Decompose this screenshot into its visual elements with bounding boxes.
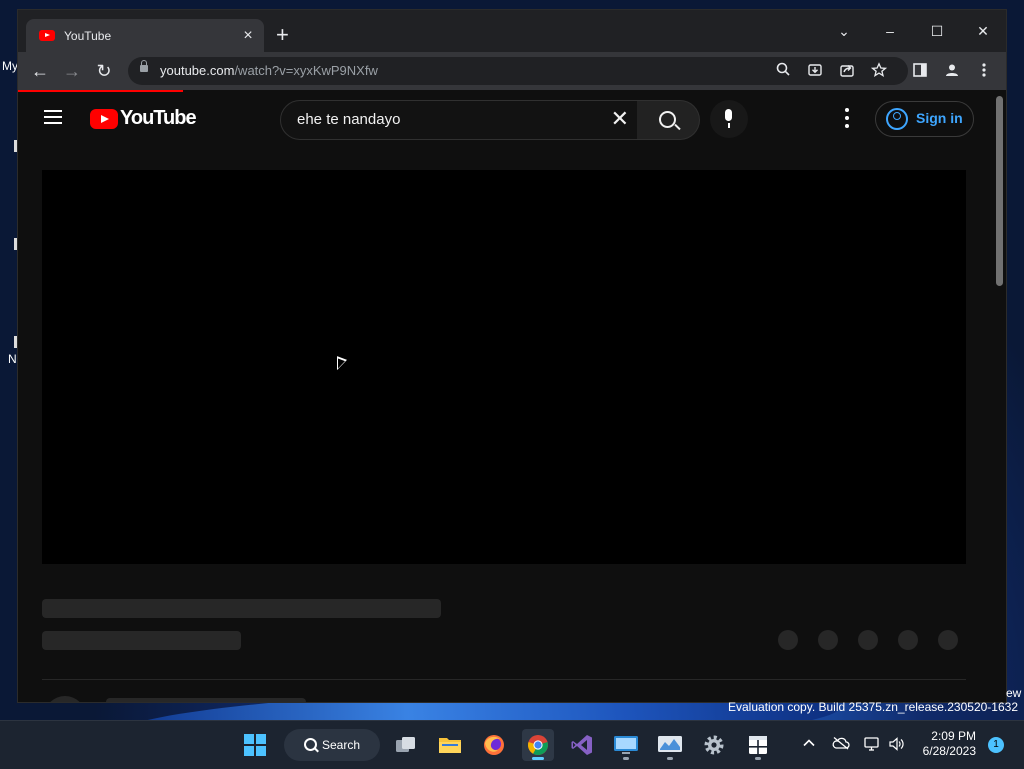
- action-placeholder: [898, 630, 918, 650]
- guide-menu-icon[interactable]: [44, 110, 64, 126]
- reload-icon[interactable]: ↻: [94, 61, 114, 81]
- task-view-button[interactable]: [390, 729, 422, 761]
- desktop-icon-label-my[interactable]: My: [2, 59, 18, 73]
- scrollbar-thumb[interactable]: [996, 96, 1003, 286]
- close-window-button[interactable]: ✕: [965, 18, 1001, 44]
- onedrive-icon[interactable]: [832, 736, 850, 754]
- action-placeholder: [778, 630, 798, 650]
- volume-icon[interactable]: [888, 736, 904, 756]
- title-placeholder: [42, 599, 441, 618]
- back-icon[interactable]: ←: [30, 61, 50, 81]
- side-panel-icon[interactable]: [911, 62, 929, 80]
- microphone-icon: [725, 109, 732, 128]
- search-input[interactable]: ehe te nandayo ✕: [280, 100, 638, 140]
- sign-in-button[interactable]: Sign in: [875, 101, 974, 137]
- tab-close-icon[interactable]: ×: [238, 27, 258, 45]
- channel-avatar-placeholder: [44, 696, 86, 702]
- tab-search-dropdown-icon[interactable]: ⌄: [826, 18, 862, 44]
- search-query-text: ehe te nandayo: [297, 111, 401, 128]
- tab-title: YouTube: [64, 28, 112, 43]
- action-placeholder: [938, 630, 958, 650]
- visual-studio-button[interactable]: [566, 729, 598, 761]
- title-bar: YouTube × + ⌄ – ☐ ✕: [18, 10, 1006, 52]
- zoom-search-icon[interactable]: [774, 62, 792, 80]
- search-icon: [304, 738, 317, 751]
- voice-search-button[interactable]: [710, 100, 748, 138]
- action-placeholder: [818, 630, 838, 650]
- tab-youtube[interactable]: YouTube ×: [26, 19, 264, 52]
- lock-icon[interactable]: [140, 60, 148, 72]
- show-hidden-icons-button[interactable]: [802, 736, 816, 754]
- start-button[interactable]: [239, 729, 271, 761]
- desktop-icon-label-n[interactable]: N: [8, 352, 17, 366]
- sign-in-label: Sign in: [916, 110, 963, 126]
- firefox-icon: [484, 735, 504, 755]
- page-scrollbar[interactable]: [993, 92, 1006, 702]
- gear-icon: [704, 735, 724, 755]
- minimize-button[interactable]: –: [872, 18, 908, 44]
- performance-monitor-icon: [658, 736, 682, 752]
- network-icon[interactable]: [863, 736, 881, 756]
- taskbar: Search 2:09 PM 6/28/2023 1: [0, 720, 1024, 769]
- profile-icon[interactable]: [943, 62, 961, 80]
- search-button[interactable]: [637, 100, 700, 140]
- account-circle-icon: [886, 108, 908, 130]
- desktop-label-fragment: ew: [1006, 686, 1022, 700]
- folder-icon: [439, 738, 461, 753]
- action-placeholder: [858, 630, 878, 650]
- notification-badge[interactable]: 1: [988, 737, 1004, 753]
- forward-icon[interactable]: →: [62, 61, 82, 81]
- taskbar-search-button[interactable]: Search: [284, 729, 380, 761]
- taskbar-search-label: Search: [322, 738, 361, 752]
- section-divider: [42, 679, 966, 680]
- youtube-logo[interactable]: YouTube: [90, 107, 197, 130]
- browser-toolbar: ← → ↻ youtube.com/watch?v=xyxKwP9NXfw: [18, 52, 1006, 90]
- app-window-icon: [749, 736, 767, 754]
- running-app-indicator: [623, 757, 629, 760]
- youtube-page: YouTube ehe te nandayo ✕ Sign in: [18, 92, 1006, 702]
- bookmark-star-icon[interactable]: [870, 62, 888, 80]
- video-player[interactable]: [42, 170, 966, 564]
- chrome-taskbar-button[interactable]: [522, 729, 554, 761]
- install-app-icon[interactable]: [806, 62, 824, 80]
- evaluation-watermark: Evaluation copy. Build 25375.zn_release.…: [728, 700, 1018, 714]
- channel-name-placeholder: [106, 698, 306, 702]
- remote-desktop-icon: [614, 736, 638, 754]
- clear-search-icon[interactable]: ✕: [611, 107, 629, 131]
- search-icon: [659, 111, 676, 128]
- youtube-logo-text: YouTube: [120, 107, 197, 129]
- share-icon[interactable]: [838, 62, 856, 80]
- task-view-icon: [396, 737, 415, 752]
- firefox-button[interactable]: [478, 729, 510, 761]
- running-app-indicator: [667, 757, 673, 760]
- running-app-indicator: [755, 757, 761, 760]
- chrome-menu-icon[interactable]: [975, 62, 993, 80]
- chrome-window: YouTube × + ⌄ – ☐ ✕ ← → ↻ youtube.com/wa…: [18, 10, 1006, 702]
- settings-menu-icon[interactable]: [845, 108, 849, 128]
- youtube-play-logo-icon: [90, 108, 118, 129]
- settings-taskbar-button[interactable]: [698, 729, 730, 761]
- file-explorer-button[interactable]: [434, 729, 466, 761]
- monitor-app-button[interactable]: [654, 729, 686, 761]
- windows-logo-icon: [244, 734, 266, 756]
- maximize-button[interactable]: ☐: [919, 18, 955, 44]
- clock-date: 6/28/2023: [922, 744, 976, 758]
- taskbar-clock[interactable]: 2:09 PM 6/28/2023: [918, 729, 976, 759]
- chrome-icon: [528, 735, 548, 756]
- meta-placeholder: [42, 631, 241, 650]
- visual-studio-icon: [571, 735, 592, 755]
- url-text[interactable]: youtube.com/watch?v=xyxKwP9NXfw: [160, 63, 378, 78]
- youtube-favicon-icon: [39, 30, 55, 41]
- active-app-indicator: [532, 757, 544, 760]
- clock-time: 2:09 PM: [931, 729, 976, 743]
- address-bar[interactable]: youtube.com/watch?v=xyxKwP9NXfw: [128, 57, 908, 85]
- new-tab-button[interactable]: +: [276, 24, 289, 46]
- remote-desktop-button[interactable]: [610, 729, 642, 761]
- window-app-button[interactable]: [742, 729, 774, 761]
